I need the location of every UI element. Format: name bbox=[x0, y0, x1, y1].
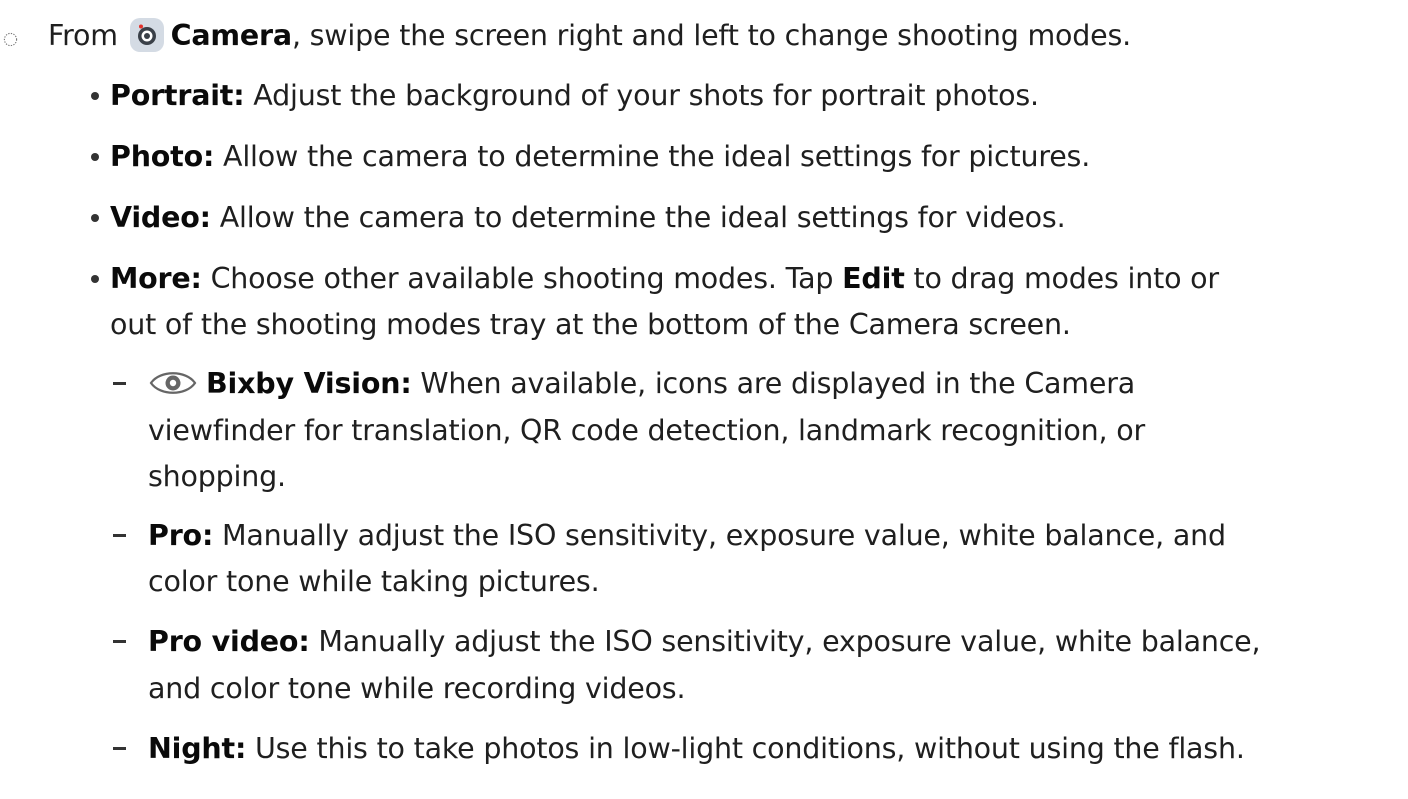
submode-colon: : bbox=[400, 367, 412, 400]
submode-label: Night bbox=[148, 732, 235, 765]
dash-marker bbox=[113, 534, 126, 537]
step-text: From Camera, swipe the screen right and … bbox=[48, 16, 1131, 56]
mode-colon: : bbox=[202, 140, 215, 173]
mode-more-line2: out of the shooting modes tray at the bo… bbox=[110, 305, 1071, 345]
submode-label: Pro video bbox=[148, 625, 299, 658]
mode-description-cont: to drag modes into or bbox=[904, 262, 1219, 295]
mode-description: Allow the camera to determine the ideal … bbox=[210, 201, 1066, 234]
camera-label: Camera bbox=[170, 19, 292, 52]
submode-pro-video-line2: and color tone while recording videos. bbox=[148, 669, 686, 709]
bullet-dot bbox=[91, 153, 99, 161]
mode-description-wrap: out of the shooting modes tray at the bo… bbox=[110, 308, 1071, 341]
mode-label: More bbox=[110, 262, 191, 295]
submode-description: When available, icons are displayed in t… bbox=[411, 367, 1135, 400]
mode-more: More: Choose other available shooting mo… bbox=[110, 259, 1219, 299]
submode-bixby-line3: shopping. bbox=[148, 457, 286, 497]
submode-bixby-line2: viewfinder for translation, QR code dete… bbox=[148, 411, 1145, 451]
mode-description: Choose other available shooting modes. T… bbox=[201, 262, 843, 295]
bullet-dot bbox=[91, 92, 99, 100]
submode-description: Manually adjust the ISO sensitivity, exp… bbox=[213, 519, 1226, 552]
submode-pro-line2: color tone while taking pictures. bbox=[148, 562, 600, 602]
bullet-dot bbox=[91, 214, 99, 222]
mode-colon: : bbox=[233, 79, 245, 112]
dash-marker bbox=[113, 382, 126, 385]
mode-portrait: Portrait: Adjust the background of your … bbox=[110, 76, 1039, 116]
submode-bixby-vision: Bixby Vision: When available, icons are … bbox=[148, 364, 1135, 404]
mode-photo: Photo: Allow the camera to determine the… bbox=[110, 137, 1090, 177]
submode-description: Use this to take photos in low-light con… bbox=[246, 732, 1245, 765]
submode-description-wrap: shopping. bbox=[148, 460, 286, 493]
submode-description: Manually adjust the ISO sensitivity, exp… bbox=[309, 625, 1261, 658]
mode-video: Video: Allow the camera to determine the… bbox=[110, 198, 1066, 238]
dash-marker bbox=[113, 640, 126, 643]
mode-colon: : bbox=[199, 201, 211, 234]
bullet-dot bbox=[91, 275, 99, 283]
submode-pro: Pro: Manually adjust the ISO sensitivity… bbox=[148, 516, 1226, 556]
dotted-circle-icon bbox=[3, 32, 18, 47]
mode-description: Allow the camera to determine the ideal … bbox=[214, 140, 1091, 173]
step-from: From bbox=[48, 19, 118, 52]
mode-colon: : bbox=[190, 262, 202, 295]
submode-label: Bixby Vision bbox=[206, 367, 401, 400]
submode-description-wrap: viewfinder for translation, QR code dete… bbox=[148, 414, 1145, 447]
submode-colon: : bbox=[298, 625, 310, 658]
bixby-vision-eye-icon bbox=[149, 372, 197, 394]
mode-label: Video bbox=[110, 201, 200, 234]
mode-label: Portrait bbox=[110, 79, 234, 112]
mode-description: Adjust the background of your shots for … bbox=[244, 79, 1039, 112]
submode-description-wrap: and color tone while recording videos. bbox=[148, 672, 686, 705]
submode-label: Pro bbox=[148, 519, 202, 552]
submode-description-wrap: color tone while taking pictures. bbox=[148, 565, 600, 598]
submode-night: Night: Use this to take photos in low-li… bbox=[148, 729, 1245, 769]
camera-app-icon bbox=[129, 18, 164, 52]
submode-colon: : bbox=[234, 732, 247, 765]
mode-label: Photo bbox=[110, 140, 203, 173]
step-instruction: , swipe the screen right and left to cha… bbox=[291, 19, 1132, 52]
submode-colon: : bbox=[201, 519, 214, 552]
edit-label: Edit bbox=[842, 262, 905, 295]
dash-marker bbox=[113, 747, 126, 750]
submode-pro-video: Pro video: Manually adjust the ISO sensi… bbox=[148, 622, 1261, 662]
